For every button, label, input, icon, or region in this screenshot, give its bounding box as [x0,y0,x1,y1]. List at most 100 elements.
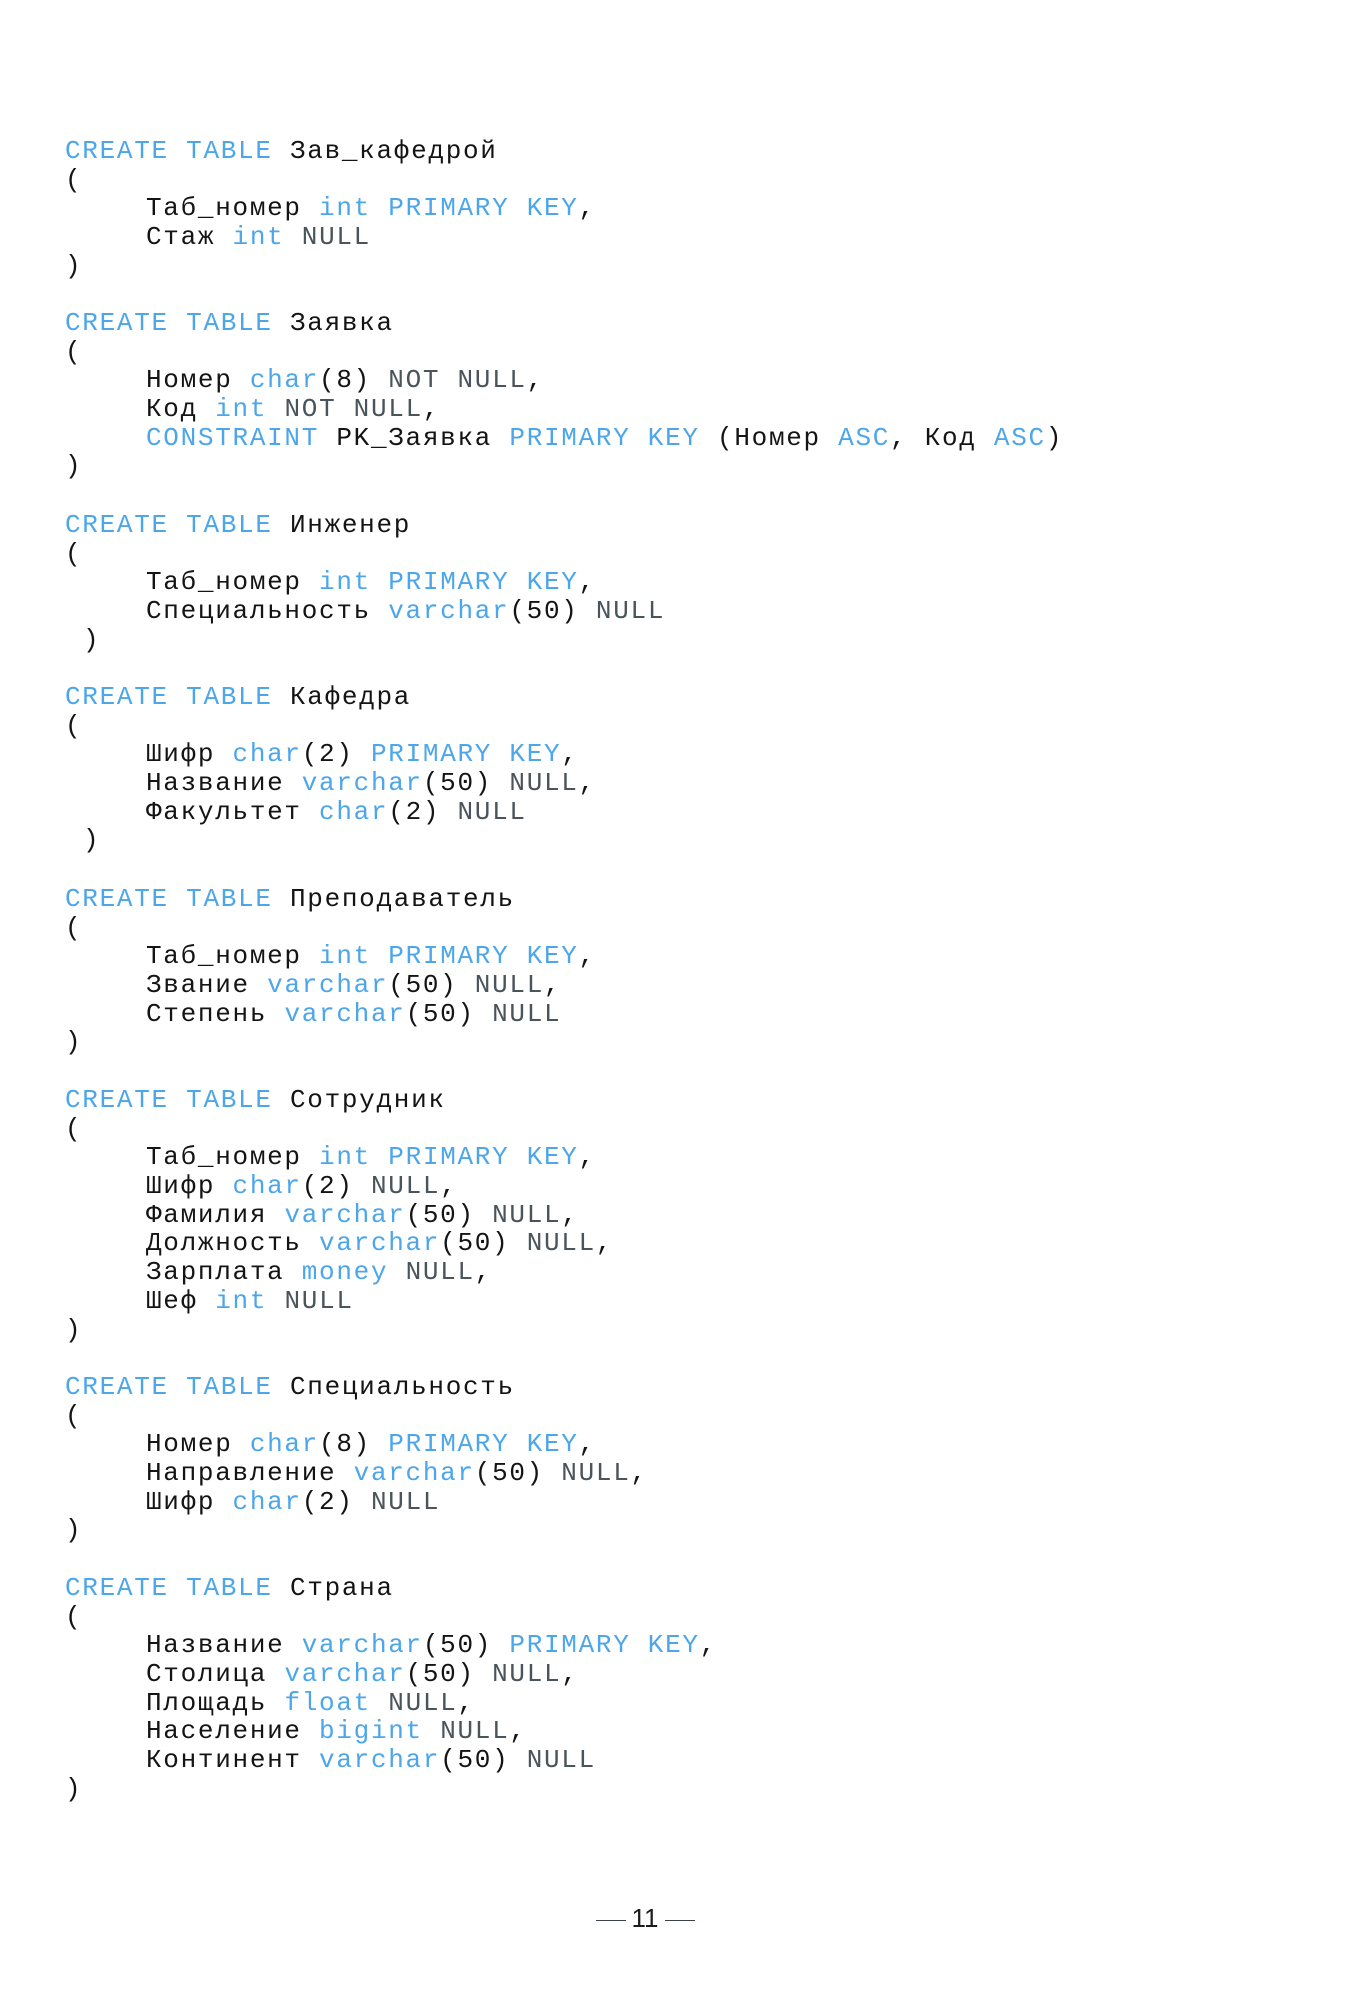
open-paren-line: ( [65,336,1063,367]
sql-type: int [319,1142,371,1173]
sql-null-keyword: NULL [595,596,666,627]
sql-type: char [249,365,320,396]
sql-null-keyword: NULL [492,1659,562,1690]
column-definition-line: Стаж int NULL [65,223,596,252]
sql-keyword: TABLE [186,1085,273,1115]
sql-punctuation: ( [65,164,83,195]
sql-null-keyword: NOT NULL [388,365,527,396]
code-block-zav-kafedroy: CREATE TABLE Зав_кафедрой(Таб_номер int … [65,137,596,280]
sql-keyword: CREATE [65,884,169,914]
sql-keyword: TABLE [186,136,273,166]
sql-keyword: CREATE [65,682,169,712]
sql-punctuation: (50) [474,1458,544,1489]
column-definition-line: Должность varchar(50) NULL, [65,1229,613,1258]
sql-punctuation: ) [65,1027,83,1058]
sql-type: varchar [284,1659,406,1690]
sql-null-keyword: NOT NULL [284,394,423,425]
sql-identifier: Зарплата [146,1257,285,1288]
sql-keyword: PRIMARY KEY [388,1429,579,1460]
sql-type: money [301,1257,389,1288]
sql-identifier: Таб_номер [146,193,302,224]
sql-punctuation: (2) [388,796,441,827]
sql-type: int [319,941,371,972]
column-definition-line: Номер char(8) NOT NULL, [65,366,1063,395]
sql-type: varchar [284,998,406,1029]
sql-keyword: CREATE [65,510,169,540]
sql-identifier: Звание [146,970,250,1001]
sql-type: varchar [319,1228,441,1259]
sql-punctuation: (2) [301,1171,354,1202]
sql-punctuation: , [578,193,596,224]
sql-punctuation: (2) [301,739,354,770]
sql-identifier: Континент [146,1745,302,1776]
sql-keyword: PRIMARY KEY [388,567,579,598]
sql-punctuation: (50) [405,998,475,1029]
sql-punctuation: ) [65,1515,83,1546]
sql-type: varchar [353,1458,475,1489]
sql-punctuation: , [578,1429,596,1460]
sql-null-keyword: NULL [561,1458,631,1489]
sql-null-keyword: NULL [370,1486,441,1517]
code-block-inzhener: CREATE TABLE Инженер(Таб_номер int PRIMA… [65,511,665,654]
sql-null-keyword: NULL [284,1285,354,1316]
sql-punctuation: (8) [319,1429,371,1460]
sql-keyword: CREATE [65,1085,169,1115]
sql-punctuation: ( [65,336,83,367]
sql-punctuation: (50) [440,1228,510,1259]
sql-identifier: Название [146,1630,285,1661]
sql-identifier: Стаж [146,222,216,253]
sql-punctuation: , [509,1716,527,1747]
column-definition-line: CONSTRAINT PK_Заявка PRIMARY KEY (Номер … [65,422,1063,453]
sql-identifier: Страна [289,1573,394,1603]
sql-type: char [232,1486,302,1517]
sql-keyword: PRIMARY KEY [388,941,579,972]
column-definition-line: Номер char(8) PRIMARY KEY, [65,1430,648,1459]
sql-punctuation: ) [65,1314,83,1345]
open-paren-line: ( [65,913,596,943]
sql-keyword: PRIMARY KEY [388,193,579,224]
sql-punctuation: (50) [405,1659,475,1690]
sql-punctuation: ( [65,538,83,569]
code-block-strana: CREATE TABLE Страна(Название varchar(50)… [65,1574,717,1804]
close-paren-line: ) [65,1774,717,1804]
sql-identifier: Специальность [289,1372,515,1402]
column-definition-line: Шифр char(2) NULL [65,1486,648,1517]
sql-punctuation: , [561,739,579,770]
sql-punctuation: ) [65,451,83,482]
sql-identifier: Кафедра [289,682,412,712]
sql-identifier: Шеф [146,1285,198,1316]
sql-identifier: Код [146,394,198,425]
sql-keyword: TABLE [186,510,273,540]
code-block-sotrudnik: CREATE TABLE Сотрудник(Таб_номер int PRI… [65,1086,613,1344]
sql-punctuation: , [422,394,441,425]
sql-type: varchar [284,1199,406,1230]
column-definition-line: Специальность varchar(50) NULL [65,597,665,626]
sql-keyword: CONSTRAINT [146,422,320,453]
sql-punctuation: (50) [388,970,458,1001]
table-header-line: CREATE TABLE Преподаватель [65,885,596,914]
